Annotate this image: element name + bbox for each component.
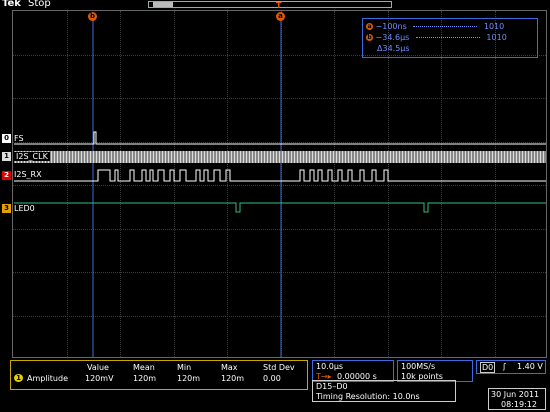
- meas-header-stddev: Std Dev: [263, 363, 295, 372]
- meas-min: 120m: [177, 374, 201, 383]
- cursor-b-time: −34.6μs: [375, 33, 410, 42]
- cursor-b-icon: b: [366, 34, 373, 41]
- channel-0-tag[interactable]: 0: [2, 134, 11, 143]
- trigger-panel[interactable]: D0 ʃ 1.40 V: [476, 360, 546, 374]
- channel-1-tag[interactable]: 1: [2, 152, 11, 161]
- measurement-channel-badge: 1: [14, 374, 23, 382]
- meas-header-mean: Mean: [133, 363, 155, 372]
- digital-info-panel[interactable]: D15–D0 Timing Resolution: 10.0ns: [312, 380, 456, 402]
- timebase-panel[interactable]: 10.0μs T→▸ 0.00000 s: [312, 360, 394, 382]
- meas-header-max: Max: [221, 363, 238, 372]
- meas-value: 120mV: [85, 374, 114, 383]
- measurement-panel[interactable]: Value Mean Min Max Std Dev 1 Amplitude 1…: [10, 360, 308, 390]
- trigger-position-marker[interactable]: T: [276, 1, 281, 10]
- cursor-delta: Δ34.5μs: [377, 44, 410, 53]
- channel-2-tag[interactable]: 2: [2, 171, 11, 180]
- acquisition-panel[interactable]: 100MS/s 10k points: [397, 360, 473, 382]
- cursor-a-icon: a: [366, 23, 373, 30]
- datetime-panel: 30 Jun 2011 08:19:12: [488, 388, 546, 410]
- cursor-b-value: 1010: [486, 33, 507, 42]
- cursor-readout: a −100ns 1010 b −34.6μs 1010 Δ34.5μs: [362, 18, 538, 58]
- channel-3-tag[interactable]: 3: [2, 204, 11, 213]
- cursor-a-marker[interactable]: a: [276, 12, 285, 21]
- i2s-rx-trace: [14, 169, 546, 182]
- trigger-slope-icon: ʃ: [503, 362, 506, 371]
- status-area: Value Mean Min Max Std Dev 1 Amplitude 1…: [0, 358, 550, 412]
- meas-name: Amplitude: [27, 374, 68, 383]
- fs-trace: [14, 131, 546, 145]
- led0-trace: [14, 202, 546, 213]
- time: 08:19:12: [501, 400, 537, 409]
- date: 30 Jun 2011: [491, 390, 540, 399]
- meas-stddev: 0.00: [263, 374, 281, 383]
- trigger-level: 1.40 V: [517, 362, 543, 371]
- cursor-a-time: −100ns: [375, 22, 407, 31]
- meas-max: 120m: [221, 374, 245, 383]
- timing-resolution: Timing Resolution: 10.0ns: [316, 392, 420, 401]
- channel-1-label: I2S_CLK: [14, 152, 50, 161]
- cursor-a-value: 1010: [483, 22, 505, 31]
- channel-0-label: FS: [14, 134, 24, 143]
- meas-header-value: Value: [87, 363, 109, 372]
- sample-rate: 100MS/s: [401, 362, 436, 371]
- timebase-scale: 10.0μs: [316, 362, 344, 371]
- digital-channels: D15–D0: [316, 382, 348, 391]
- channel-3-label: LED0: [14, 204, 35, 213]
- meas-mean: 120m: [133, 374, 157, 383]
- channel-2-label: I2S_RX: [14, 170, 42, 179]
- meas-header-min: Min: [177, 363, 192, 372]
- trigger-source: D0: [480, 362, 496, 373]
- cursor-b-marker[interactable]: b: [88, 12, 97, 21]
